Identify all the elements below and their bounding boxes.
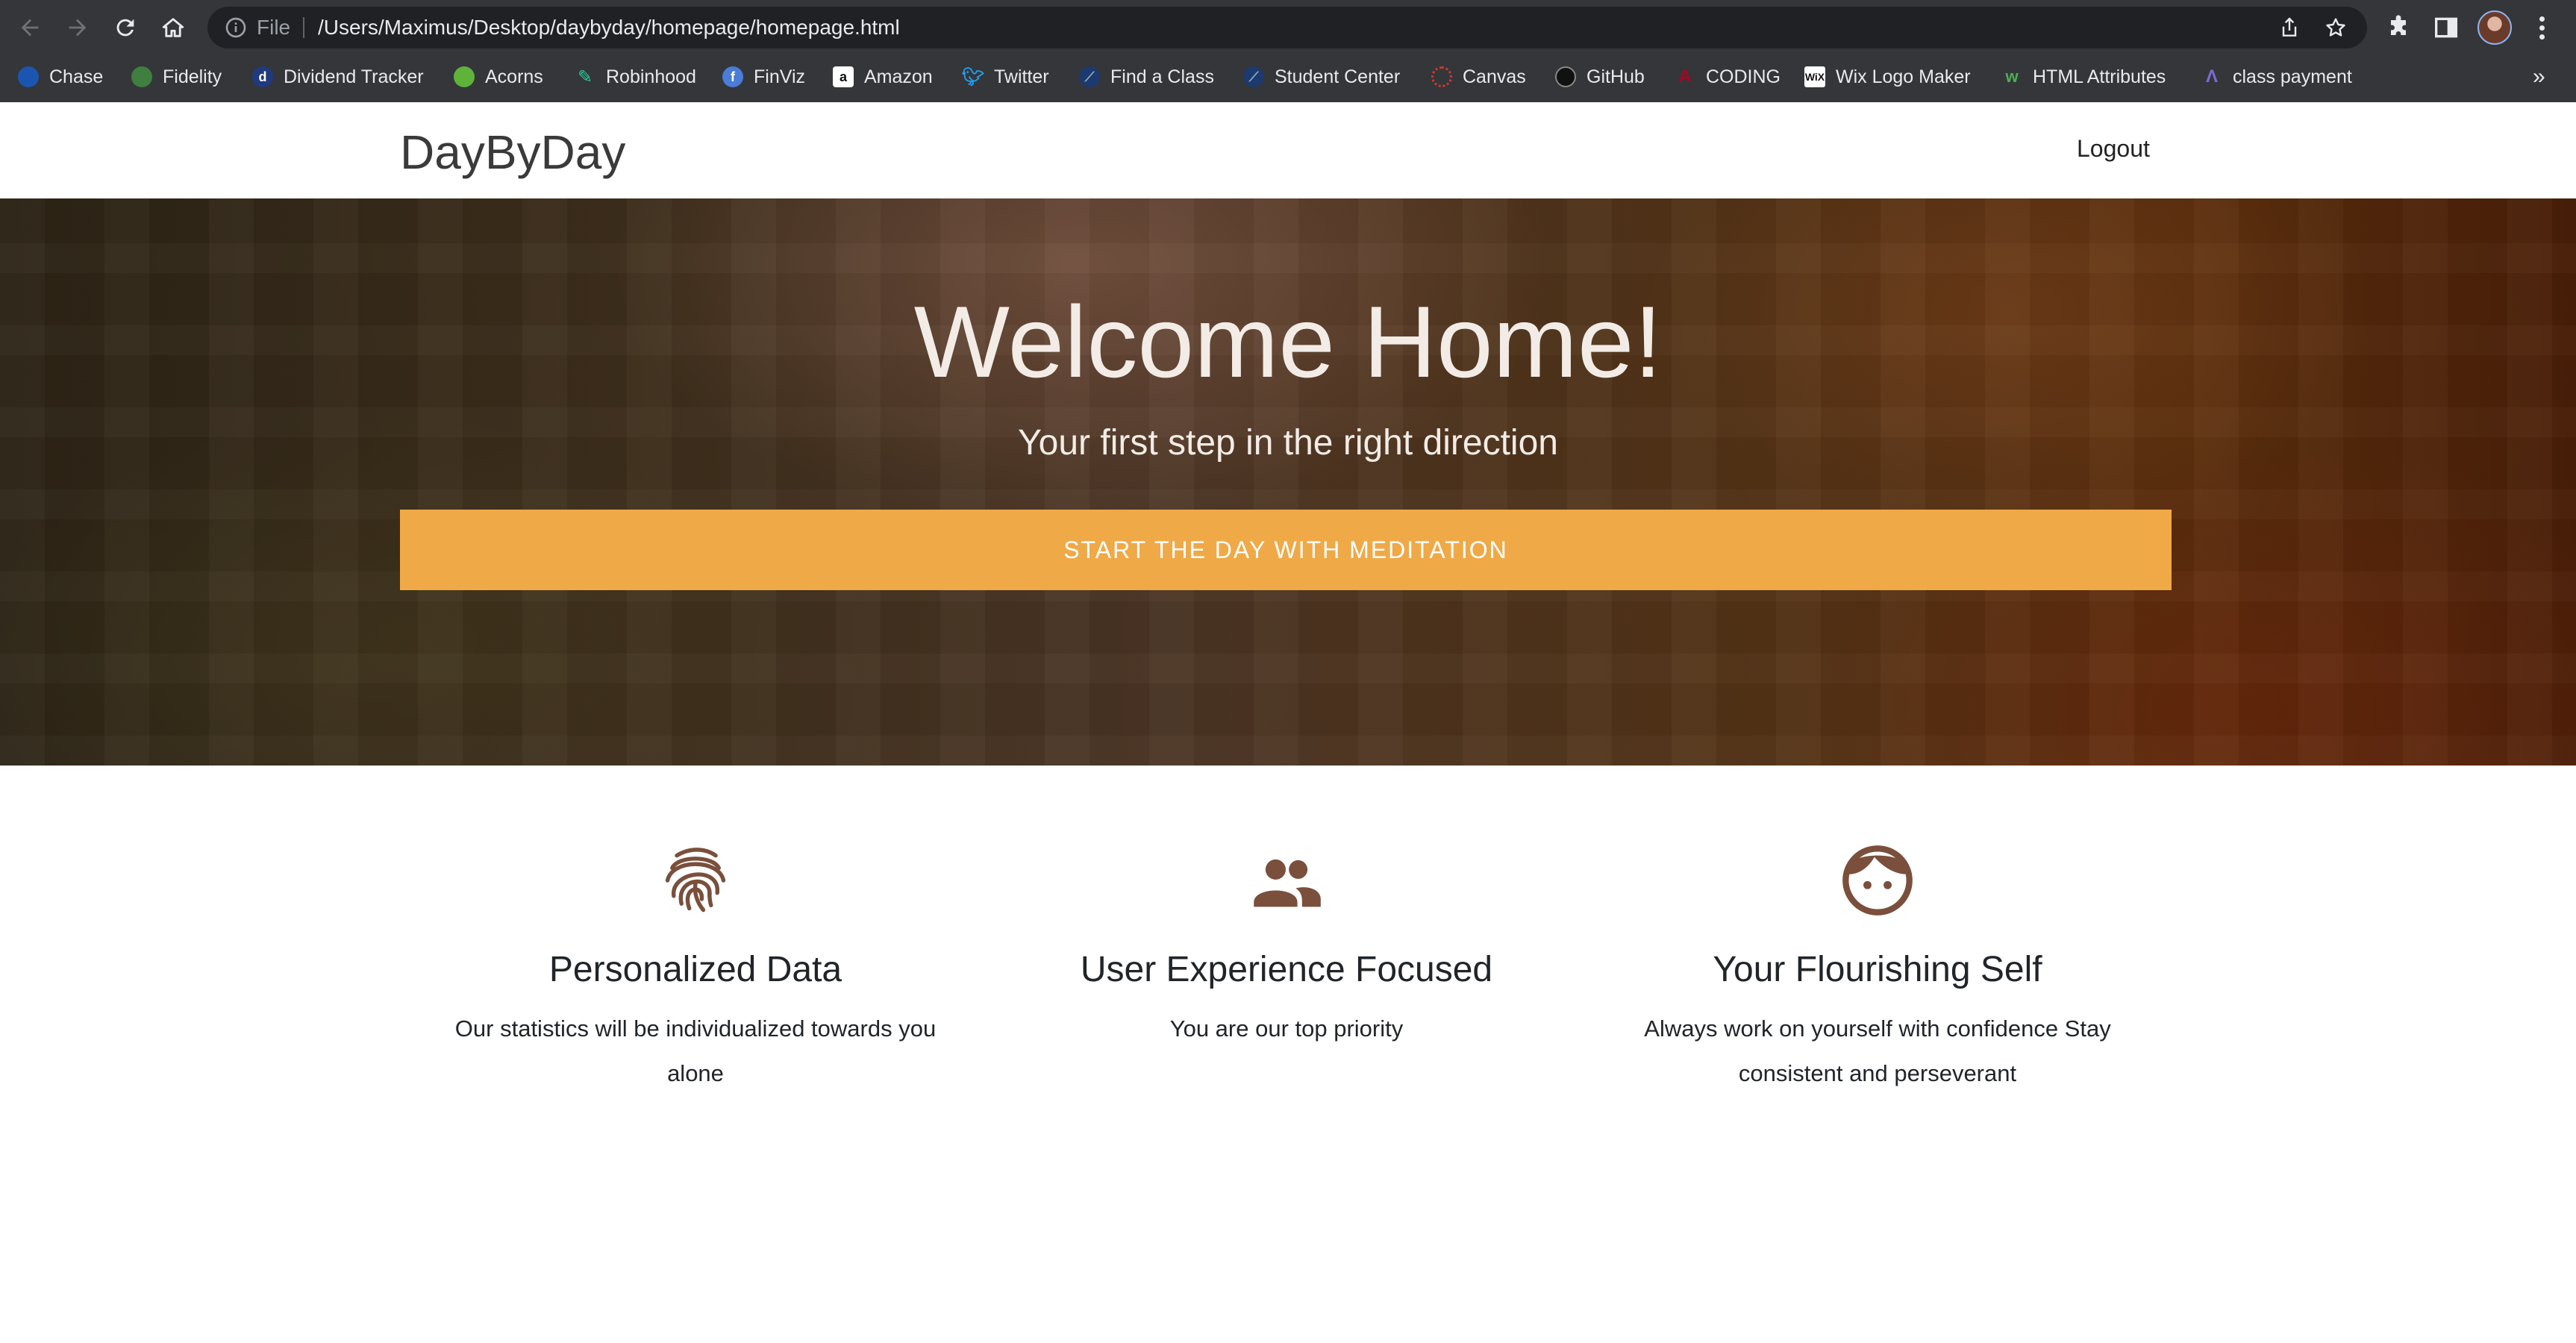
logout-link[interactable]: Logout bbox=[2077, 135, 2150, 163]
start-meditation-button[interactable]: START THE DAY WITH MEDITATION bbox=[400, 510, 2172, 590]
bookmark-dividend-tracker[interactable]: d Dividend Tracker bbox=[252, 60, 424, 94]
bookmark-label: HTML Attributes bbox=[2033, 66, 2166, 87]
hero-title: Welcome Home! bbox=[913, 285, 1663, 398]
feature-title: Personalized Data bbox=[548, 950, 842, 989]
canvas-icon bbox=[1431, 66, 1452, 87]
face-icon bbox=[1842, 845, 1913, 915]
url-text[interactable]: /Users/Maximus/Desktop/daybyday/homepage… bbox=[318, 7, 900, 48]
forward-button[interactable] bbox=[60, 10, 96, 46]
feature-flourishing-self: Your Flourishing Self Always work on you… bbox=[1609, 843, 2146, 1096]
bookmark-finviz[interactable]: f FinViz bbox=[722, 60, 805, 94]
back-button[interactable] bbox=[12, 10, 48, 46]
html-attributes-icon: w bbox=[2005, 67, 2019, 86]
profile-avatar[interactable] bbox=[2477, 10, 2512, 45]
bookmark-html-attributes[interactable]: w HTML Attributes bbox=[2001, 60, 2166, 94]
dividend-tracker-icon: d bbox=[252, 66, 273, 87]
bookmark-label: Chase bbox=[49, 66, 104, 87]
url-scheme-label: File bbox=[257, 16, 291, 39]
bookmark-label: Find a Class bbox=[1110, 66, 1214, 87]
bookmark-canvas[interactable]: Canvas bbox=[1431, 60, 1526, 94]
chase-icon bbox=[18, 66, 39, 87]
bookmark-find-a-class[interactable]: ⟋ Find a Class bbox=[1079, 60, 1214, 94]
bookmark-amazon[interactable]: a Amazon bbox=[833, 60, 933, 94]
bookmark-label: CODING bbox=[1706, 66, 1781, 87]
feature-personalized-data: Personalized Data Our statistics will be… bbox=[427, 843, 964, 1096]
feature-title: User Experience Focused bbox=[1080, 950, 1493, 989]
site-navbar: DayByDay Logout bbox=[0, 102, 2576, 198]
feature-description: You are our top priority bbox=[1169, 1015, 1404, 1042]
hero-subtitle: Your first step in the right direction bbox=[1018, 423, 1558, 463]
bookmark-wix-logo-maker[interactable]: WiX Wix Logo Maker bbox=[1804, 60, 1971, 94]
fidelity-icon bbox=[131, 66, 152, 87]
bookmark-label: Dividend Tracker bbox=[284, 66, 424, 87]
bookmark-github[interactable]: GitHub bbox=[1555, 60, 1645, 94]
feature-user-experience: User Experience Focused You are our top … bbox=[1018, 843, 1555, 1051]
student-center-icon: ⟋ bbox=[1243, 66, 1264, 87]
bookmark-fidelity[interactable]: Fidelity bbox=[131, 60, 222, 94]
find-a-class-icon: ⟋ bbox=[1079, 66, 1100, 87]
reload-icon bbox=[116, 19, 134, 37]
bookmark-label: FinViz bbox=[754, 66, 806, 87]
side-panel-icon[interactable] bbox=[2431, 13, 2461, 43]
bookmark-robinhood[interactable]: ✎ Robinhood bbox=[575, 60, 696, 94]
bookmark-coding[interactable]: A CODING bbox=[1675, 60, 1781, 94]
github-icon bbox=[1555, 66, 1576, 87]
bookmark-class-payment[interactable]: Λ class payment bbox=[2201, 60, 2352, 94]
robinhood-icon: ✎ bbox=[577, 66, 593, 87]
bookmark-label: Student Center bbox=[1275, 66, 1401, 87]
fingerprint-icon bbox=[665, 848, 726, 912]
class-payment-icon: Λ bbox=[2205, 66, 2218, 87]
home-icon bbox=[162, 18, 184, 37]
bookmark-label: GitHub bbox=[1586, 66, 1645, 87]
bookmarks-overflow-button[interactable]: » bbox=[2533, 60, 2545, 94]
bookmark-student-center[interactable]: ⟋ Student Center bbox=[1243, 60, 1400, 94]
extensions-puzzle-icon[interactable] bbox=[2383, 13, 2413, 43]
bookmark-label: Fidelity bbox=[163, 66, 222, 87]
bookmark-label: Robinhood bbox=[606, 66, 696, 87]
bookmark-acorns[interactable]: Acorns bbox=[454, 60, 543, 94]
acorns-icon bbox=[454, 66, 475, 87]
hero-section: Welcome Home! Your first step in the rig… bbox=[0, 198, 2576, 766]
bookmark-label: Canvas bbox=[1463, 66, 1526, 87]
reload-button[interactable] bbox=[107, 10, 143, 46]
feature-title: Your Flourishing Self bbox=[1713, 950, 2042, 989]
home-button[interactable] bbox=[155, 10, 191, 46]
address-bar[interactable]: File /Users/Maximus/Desktop/daybyday/hom… bbox=[207, 7, 2367, 48]
arrow-left-icon bbox=[21, 19, 39, 37]
bookmark-label: Amazon bbox=[864, 66, 933, 87]
bookmark-label: Wix Logo Maker bbox=[1836, 66, 1971, 87]
bookmark-label: Twitter bbox=[994, 66, 1049, 87]
bookmark-twitter[interactable]: 🐦︎ Twitter bbox=[961, 60, 1049, 94]
arrow-right-icon bbox=[69, 19, 87, 37]
share-icon[interactable] bbox=[2278, 16, 2301, 40]
bookmark-label: class payment bbox=[2233, 66, 2352, 87]
omnibox-divider bbox=[303, 17, 304, 38]
coding-icon: A bbox=[1678, 66, 1692, 87]
amazon-icon: a bbox=[833, 66, 854, 87]
bookmark-star-icon[interactable] bbox=[2324, 16, 2348, 40]
finviz-icon: f bbox=[722, 66, 743, 87]
bookmarks-bar: Chase Fidelity d Dividend Tracker Acorns… bbox=[0, 60, 2576, 94]
wix-icon: WiX bbox=[1804, 66, 1825, 87]
feature-description: Our statistics will be individualized to… bbox=[454, 1015, 937, 1086]
info-icon[interactable] bbox=[224, 16, 248, 40]
people-icon bbox=[1254, 859, 1321, 907]
bookmark-chase[interactable]: Chase bbox=[18, 60, 103, 94]
twitter-icon: 🐦︎ bbox=[961, 66, 985, 87]
feature-description: Always work on yourself with confidence … bbox=[1644, 1015, 2111, 1086]
browser-menu-icon[interactable] bbox=[2525, 11, 2558, 44]
brand-logo[interactable]: DayByDay bbox=[400, 125, 625, 180]
browser-chrome: File /Users/Maximus/Desktop/daybyday/hom… bbox=[0, 0, 2576, 102]
browser-toolbar: File /Users/Maximus/Desktop/daybyday/hom… bbox=[0, 0, 2576, 55]
bookmark-label: Acorns bbox=[485, 66, 543, 87]
